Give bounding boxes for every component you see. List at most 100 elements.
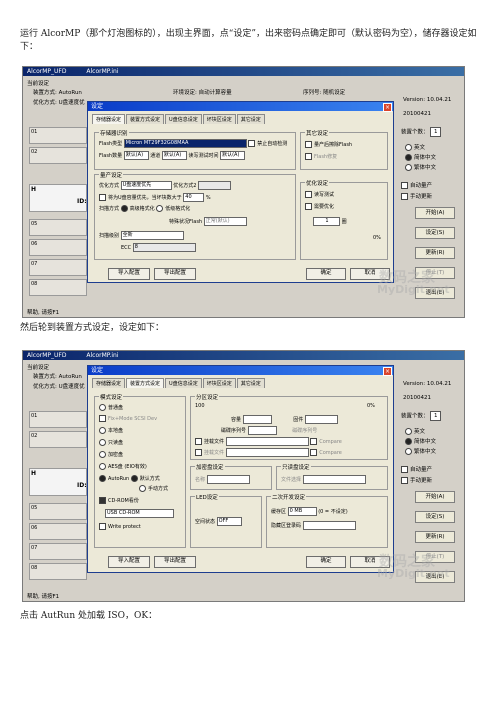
checkbox-icon[interactable] [305, 191, 312, 198]
checkbox-icon[interactable] [305, 141, 312, 148]
lang-english[interactable]: 英文 [405, 427, 425, 435]
write-protect-row[interactable]: Write protect [99, 523, 141, 530]
date-text: 20100421 [403, 395, 431, 401]
checkbox-icon[interactable] [305, 203, 312, 210]
refresh-button[interactable]: 更新(R) [415, 531, 455, 543]
radio-icon [405, 448, 412, 455]
checkbox-icon[interactable] [305, 153, 312, 160]
pin-input[interactable] [225, 437, 309, 446]
optimize-select[interactable]: U盘速度优先 [120, 181, 172, 190]
tab-other[interactable]: 其它设定 [236, 114, 265, 124]
device-count-box[interactable]: 1 [430, 411, 442, 421]
flash-type-select[interactable]: Micron MT29F32G08MAA [123, 139, 247, 148]
mode-aes[interactable]: AES盘 (EIO有效) [99, 463, 147, 470]
tab-memory[interactable]: 存储器设定 [92, 114, 126, 124]
special-select[interactable]: 正常(默认) [203, 217, 247, 226]
refresh-button[interactable]: 更新(R) [415, 247, 455, 259]
channel-select[interactable]: 默认(A) [161, 151, 187, 160]
radio-icon [405, 428, 412, 435]
mode-fix[interactable]: Fix+Mode SCSI Dev [99, 415, 157, 422]
radio-icon[interactable] [120, 205, 128, 212]
lang-simplified[interactable]: 简体中文 [405, 437, 436, 445]
cache-input[interactable]: 0 MB [287, 507, 317, 516]
copies-row: 1 圈 [313, 217, 347, 226]
port-slot: 05 [29, 503, 87, 520]
checkbox-icon [99, 497, 106, 504]
mode-manual[interactable]: 手动方式 [139, 485, 168, 492]
checkbox-icon[interactable] [99, 194, 106, 201]
checkbox-icon[interactable] [195, 438, 202, 445]
encrypt-name-input[interactable] [206, 475, 250, 484]
setting-button[interactable]: 设定(S) [415, 511, 455, 523]
field-label: 名称 [195, 477, 206, 483]
tab-badblock[interactable]: 坏块区设定 [202, 114, 236, 124]
radio-label: 只读盘 [108, 440, 124, 446]
checkbox-icon [99, 415, 106, 422]
import-config-button[interactable]: 导入配置 [108, 268, 150, 280]
tab-memory[interactable]: 存储器设定 [92, 378, 126, 388]
file-select-input[interactable] [302, 475, 366, 484]
disk-input[interactable] [247, 426, 277, 435]
mode-readonly[interactable]: 只读盘 [99, 439, 123, 446]
close-icon[interactable]: × [383, 367, 392, 376]
start-button[interactable]: 开始(A) [415, 491, 455, 503]
slot-label: H [31, 470, 37, 477]
manual-update-checkbox[interactable]: 手动更新 [401, 192, 432, 200]
pin2-input[interactable] [225, 448, 309, 457]
copies-input[interactable]: 1 [313, 217, 340, 226]
scan-level-select[interactable]: 全新 [120, 231, 184, 240]
import-config-button[interactable]: 导入配置 [108, 556, 150, 568]
checkbox-icon[interactable] [195, 449, 202, 456]
lang-label: 简体中文 [414, 155, 437, 161]
auto-mp-checkbox[interactable]: 自动量产 [401, 465, 432, 473]
auto-mp-checkbox[interactable]: 自动量产 [401, 181, 432, 189]
radio-icon [405, 144, 412, 151]
group-label: 模式设定 [99, 393, 124, 401]
optimize2-select[interactable] [197, 181, 231, 190]
mode-autorun[interactable]: AutoRun 默认方式 [99, 475, 160, 482]
lang-label: 繁体中文 [414, 449, 437, 455]
port-slot: 01 [29, 127, 87, 144]
rw-time-select[interactable]: 默认(A) [220, 151, 246, 160]
manual-update-checkbox[interactable]: 手动更新 [401, 476, 432, 484]
tab-install[interactable]: 装置方式设定 [126, 114, 165, 124]
tab-badblock[interactable]: 坏块区设定 [202, 378, 236, 388]
radio-icon[interactable] [156, 205, 164, 212]
cap-input[interactable] [242, 415, 272, 424]
space-select[interactable]: OFF [216, 517, 242, 526]
tab-info[interactable]: U盘信息设定 [165, 114, 202, 124]
mode-group: 模式设定 普通盘 Fix+Mode SCSI Dev 本地盘 只读盘 加密盘 A… [94, 393, 186, 548]
space-row: 空间状态 OFF [195, 517, 242, 526]
ecc-select[interactable]: 8 [132, 243, 196, 252]
start-button[interactable]: 开始(A) [415, 207, 455, 219]
tab-info[interactable]: U盘信息设定 [165, 378, 202, 388]
tab-other[interactable]: 其它设定 [236, 378, 265, 388]
lang-traditional[interactable]: 繁体中文 [405, 163, 436, 171]
mode-encrypt[interactable]: 加密盘 [99, 451, 123, 458]
checkbox-icon[interactable] [248, 140, 256, 147]
flash-count-select[interactable]: 默认(A) [123, 151, 149, 160]
ok-button[interactable]: 确定 [306, 268, 346, 280]
lang-traditional[interactable]: 繁体中文 [405, 447, 436, 455]
mode-local[interactable]: 本地盘 [99, 427, 123, 434]
bad-block-input[interactable]: 40 [183, 193, 205, 202]
checkbox-icon[interactable] [310, 449, 318, 456]
hidden-pw-input[interactable] [302, 521, 356, 530]
mode-normal[interactable]: 普通盘 [99, 404, 123, 411]
tab-install[interactable]: 装置方式设定 [126, 378, 165, 388]
lang-simplified[interactable]: 简体中文 [405, 153, 436, 161]
checkbox-icon[interactable] [310, 438, 318, 445]
led-group: LED设定 空间状态 OFF [190, 493, 262, 548]
export-config-button[interactable]: 导出配置 [154, 556, 196, 568]
setting-button[interactable]: 设定(S) [415, 227, 455, 239]
close-icon[interactable]: × [383, 103, 392, 112]
export-config-button[interactable]: 导出配置 [154, 268, 196, 280]
mode-cdrom[interactable]: CD-ROM看份 [99, 497, 139, 504]
cdrom-input[interactable]: USB CD-ROM [105, 509, 174, 518]
bin-input[interactable] [304, 415, 338, 424]
env-text: 环境设定: 自动计算容量 [173, 90, 232, 96]
ok-button[interactable]: 确定 [306, 556, 346, 568]
special-row: 特殊状况Flash 正常(默认) [99, 217, 247, 226]
device-count-box[interactable]: 1 [430, 127, 442, 137]
lang-english[interactable]: 英文 [405, 143, 425, 151]
